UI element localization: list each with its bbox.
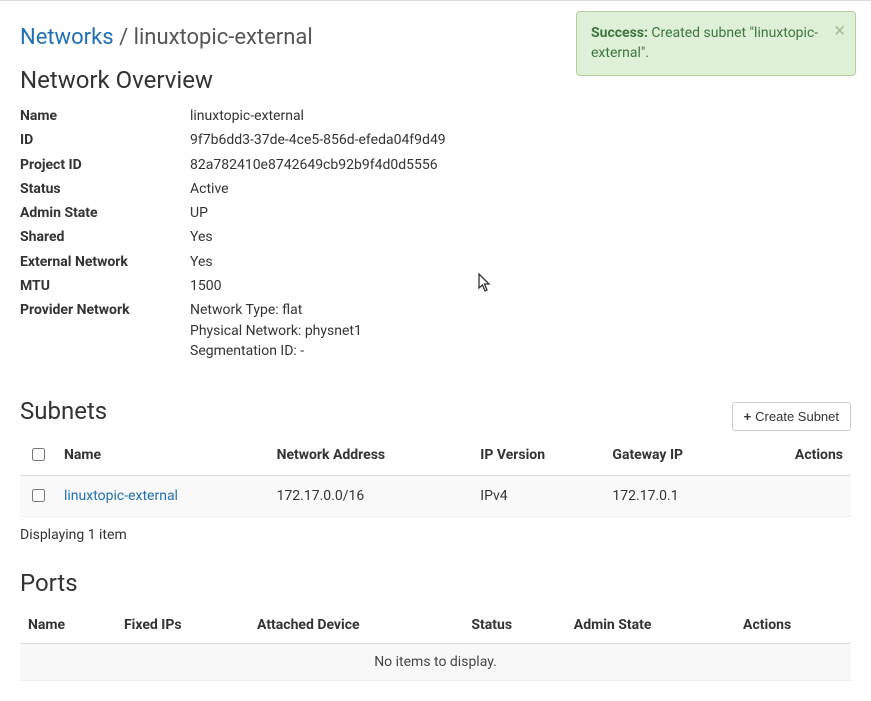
value-status: Active — [190, 179, 229, 199]
subnet-row-checkbox[interactable] — [32, 489, 45, 502]
value-id: 9f7b6dd3-37de-4ce5-856d-efeda04f9d49 — [190, 130, 446, 150]
label-status: Status — [20, 179, 190, 199]
value-mtu: 1500 — [190, 276, 221, 296]
ports-col-name[interactable]: Name — [20, 607, 116, 644]
label-name: Name — [20, 106, 190, 126]
ports-empty-text: No items to display. — [20, 644, 851, 681]
success-alert: Success: Created subnet "linuxtopic-exte… — [576, 11, 856, 76]
plus-icon: + — [744, 409, 752, 424]
subnets-col-name[interactable]: Name — [56, 435, 269, 476]
subnets-select-all-checkbox[interactable] — [32, 448, 45, 461]
subnet-address: 172.17.0.0/16 — [269, 476, 473, 517]
provider-physical: Physical Network: physnet1 — [190, 321, 362, 341]
breadcrumb-current: linuxtopic-external — [134, 25, 313, 50]
subnets-col-gateway[interactable]: Gateway IP — [604, 435, 746, 476]
value-shared: Yes — [190, 227, 213, 247]
subnet-ipver: IPv4 — [472, 476, 604, 517]
label-admin-state: Admin State — [20, 203, 190, 223]
label-id: ID — [20, 130, 190, 150]
subnets-col-address[interactable]: Network Address — [269, 435, 473, 476]
provider-seg: Segmentation ID: - — [190, 341, 362, 361]
subnets-heading: Subnets — [20, 397, 107, 425]
create-subnet-label: Create Subnet — [755, 409, 839, 424]
label-project-id: Project ID — [20, 155, 190, 175]
label-provider: Provider Network — [20, 300, 190, 361]
breadcrumb-root-link[interactable]: Networks — [20, 25, 114, 50]
ports-table: Name Fixed IPs Attached Device Status Ad… — [20, 607, 851, 681]
label-mtu: MTU — [20, 276, 190, 296]
alert-strong: Success: — [591, 25, 648, 41]
ports-col-admin-state[interactable]: Admin State — [566, 607, 735, 644]
ports-heading: Ports — [20, 569, 851, 597]
value-admin-state: UP — [190, 203, 208, 223]
label-external: External Network — [20, 252, 190, 272]
value-external: Yes — [190, 252, 213, 272]
subnets-col-actions: Actions — [746, 435, 851, 476]
label-shared: Shared — [20, 227, 190, 247]
subnet-row: linuxtopic-external 172.17.0.0/16 IPv4 1… — [20, 476, 851, 517]
provider-type: Network Type: flat — [190, 300, 362, 320]
value-provider: Network Type: flat Physical Network: phy… — [190, 300, 362, 361]
close-icon[interactable]: × — [834, 20, 845, 40]
subnet-gateway: 172.17.0.1 — [604, 476, 746, 517]
subnets-table: Name Network Address IP Version Gateway … — [20, 435, 851, 517]
ports-col-actions: Actions — [735, 607, 851, 644]
ports-col-fixed-ips[interactable]: Fixed IPs — [116, 607, 249, 644]
subnets-col-ipver[interactable]: IP Version — [472, 435, 604, 476]
ports-col-status[interactable]: Status — [463, 607, 565, 644]
subnet-name-link[interactable]: linuxtopic-external — [64, 488, 178, 504]
value-name: linuxtopic-external — [190, 106, 304, 126]
ports-empty-row: No items to display. — [20, 644, 851, 681]
subnets-displaying: Displaying 1 item — [20, 527, 851, 543]
breadcrumb-sep: / — [114, 25, 134, 50]
create-subnet-button[interactable]: +Create Subnet — [732, 402, 851, 431]
value-project-id: 82a782410e8742649cb92b9f4d0d5556 — [190, 155, 438, 175]
ports-col-attached[interactable]: Attached Device — [249, 607, 463, 644]
